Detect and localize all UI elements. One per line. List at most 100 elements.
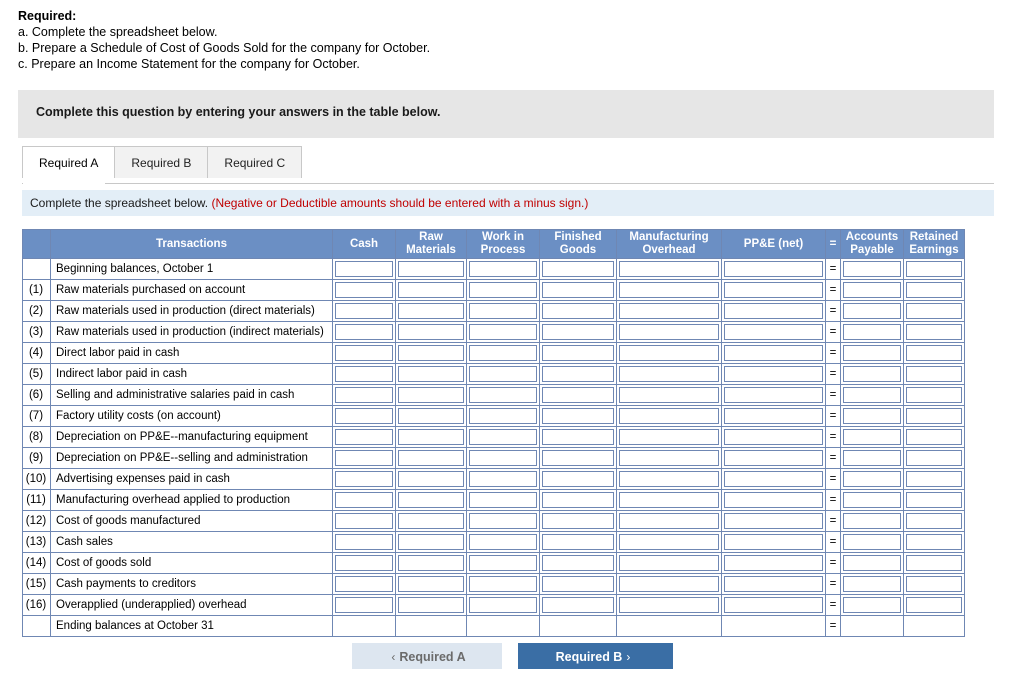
input-manufacturing-overhead[interactable]: [619, 366, 719, 382]
input-manufacturing-overhead[interactable]: [619, 618, 719, 634]
cell-raw-materials[interactable]: [395, 321, 467, 343]
input-retained-earnings[interactable]: [906, 345, 962, 361]
input-raw-materials[interactable]: [398, 450, 464, 466]
cell-work-in-process[interactable]: [466, 342, 540, 364]
cell-work-in-process[interactable]: [466, 384, 540, 406]
cell-cash[interactable]: [332, 552, 396, 574]
cell-raw-materials[interactable]: [395, 594, 467, 616]
cell-finished-goods[interactable]: [539, 321, 617, 343]
input-retained-earnings[interactable]: [906, 555, 962, 571]
input-work-in-process[interactable]: [469, 408, 537, 424]
input-retained-earnings[interactable]: [906, 408, 962, 424]
input-finished-goods[interactable]: [542, 303, 614, 319]
input-finished-goods[interactable]: [542, 387, 614, 403]
input-retained-earnings[interactable]: [906, 618, 962, 634]
cell-ppe-net[interactable]: [721, 615, 826, 637]
input-raw-materials[interactable]: [398, 429, 464, 445]
cell-manufacturing-overhead[interactable]: [616, 258, 722, 280]
input-cash[interactable]: [335, 324, 393, 340]
cell-ppe-net[interactable]: [721, 258, 826, 280]
input-manufacturing-overhead[interactable]: [619, 324, 719, 340]
input-retained-earnings[interactable]: [906, 387, 962, 403]
cell-retained-earnings[interactable]: [903, 468, 965, 490]
cell-finished-goods[interactable]: [539, 468, 617, 490]
input-finished-goods[interactable]: [542, 282, 614, 298]
cell-accounts-payable[interactable]: [840, 615, 904, 637]
cell-cash[interactable]: [332, 321, 396, 343]
cell-ppe-net[interactable]: [721, 321, 826, 343]
input-cash[interactable]: [335, 597, 393, 613]
cell-ppe-net[interactable]: [721, 342, 826, 364]
input-ppe-net[interactable]: [724, 408, 823, 424]
input-accounts-payable[interactable]: [843, 555, 901, 571]
input-ppe-net[interactable]: [724, 429, 823, 445]
input-ppe-net[interactable]: [724, 534, 823, 550]
cell-work-in-process[interactable]: [466, 363, 540, 385]
cell-accounts-payable[interactable]: [840, 258, 904, 280]
input-manufacturing-overhead[interactable]: [619, 282, 719, 298]
input-ppe-net[interactable]: [724, 450, 823, 466]
input-ppe-net[interactable]: [724, 261, 823, 277]
tab-required-c[interactable]: Required C: [207, 146, 303, 178]
input-retained-earnings[interactable]: [906, 492, 962, 508]
cell-work-in-process[interactable]: [466, 258, 540, 280]
cell-finished-goods[interactable]: [539, 300, 617, 322]
cell-manufacturing-overhead[interactable]: [616, 531, 722, 553]
input-ppe-net[interactable]: [724, 576, 823, 592]
cell-finished-goods[interactable]: [539, 258, 617, 280]
input-ppe-net[interactable]: [724, 492, 823, 508]
cell-ppe-net[interactable]: [721, 426, 826, 448]
cell-manufacturing-overhead[interactable]: [616, 426, 722, 448]
input-manufacturing-overhead[interactable]: [619, 471, 719, 487]
input-ppe-net[interactable]: [724, 618, 823, 634]
input-raw-materials[interactable]: [398, 492, 464, 508]
required-b-next-button[interactable]: Required B ›: [517, 643, 673, 669]
cell-manufacturing-overhead[interactable]: [616, 489, 722, 511]
input-manufacturing-overhead[interactable]: [619, 345, 719, 361]
cell-manufacturing-overhead[interactable]: [616, 279, 722, 301]
cell-ppe-net[interactable]: [721, 300, 826, 322]
input-manufacturing-overhead[interactable]: [619, 408, 719, 424]
input-raw-materials[interactable]: [398, 261, 464, 277]
input-cash[interactable]: [335, 471, 393, 487]
input-accounts-payable[interactable]: [843, 618, 901, 634]
cell-work-in-process[interactable]: [466, 405, 540, 427]
cell-cash[interactable]: [332, 489, 396, 511]
cell-cash[interactable]: [332, 405, 396, 427]
input-accounts-payable[interactable]: [843, 597, 901, 613]
cell-cash[interactable]: [332, 447, 396, 469]
cell-raw-materials[interactable]: [395, 573, 467, 595]
input-cash[interactable]: [335, 576, 393, 592]
input-work-in-process[interactable]: [469, 513, 537, 529]
input-accounts-payable[interactable]: [843, 261, 901, 277]
input-manufacturing-overhead[interactable]: [619, 303, 719, 319]
input-work-in-process[interactable]: [469, 345, 537, 361]
cell-ppe-net[interactable]: [721, 573, 826, 595]
cell-finished-goods[interactable]: [539, 552, 617, 574]
input-retained-earnings[interactable]: [906, 513, 962, 529]
input-raw-materials[interactable]: [398, 597, 464, 613]
input-raw-materials[interactable]: [398, 618, 464, 634]
cell-raw-materials[interactable]: [395, 552, 467, 574]
input-raw-materials[interactable]: [398, 324, 464, 340]
cell-cash[interactable]: [332, 279, 396, 301]
input-raw-materials[interactable]: [398, 555, 464, 571]
input-accounts-payable[interactable]: [843, 429, 901, 445]
cell-manufacturing-overhead[interactable]: [616, 510, 722, 532]
input-accounts-payable[interactable]: [843, 576, 901, 592]
input-accounts-payable[interactable]: [843, 408, 901, 424]
cell-cash[interactable]: [332, 363, 396, 385]
input-cash[interactable]: [335, 534, 393, 550]
cell-manufacturing-overhead[interactable]: [616, 615, 722, 637]
input-finished-goods[interactable]: [542, 555, 614, 571]
input-cash[interactable]: [335, 408, 393, 424]
input-raw-materials[interactable]: [398, 345, 464, 361]
input-manufacturing-overhead[interactable]: [619, 492, 719, 508]
cell-manufacturing-overhead[interactable]: [616, 342, 722, 364]
input-manufacturing-overhead[interactable]: [619, 429, 719, 445]
input-retained-earnings[interactable]: [906, 471, 962, 487]
cell-ppe-net[interactable]: [721, 279, 826, 301]
cell-finished-goods[interactable]: [539, 510, 617, 532]
cell-finished-goods[interactable]: [539, 426, 617, 448]
cell-raw-materials[interactable]: [395, 300, 467, 322]
